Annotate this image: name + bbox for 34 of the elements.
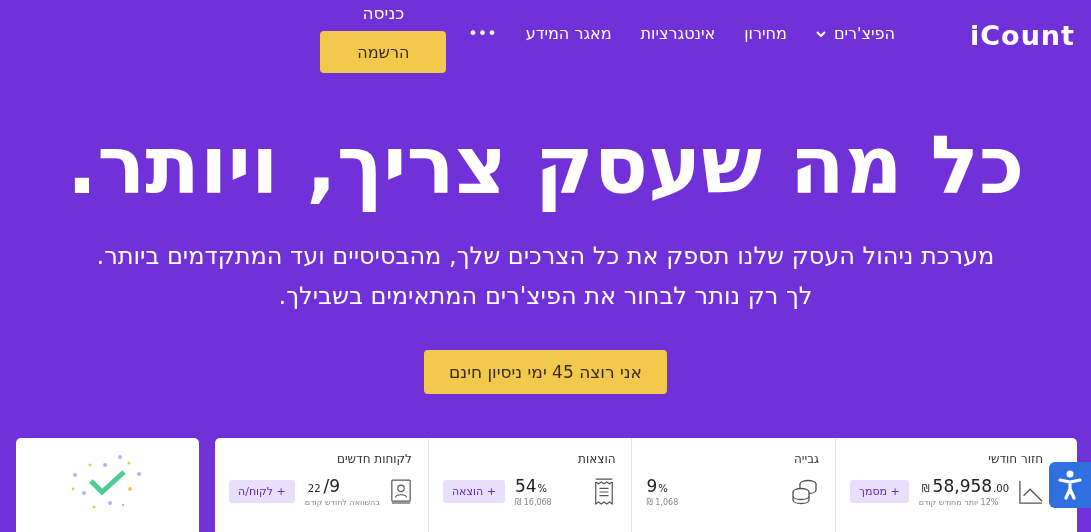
nav-link[interactable]: ••• [468, 24, 497, 43]
add-button[interactable]: + מסמך [850, 480, 909, 503]
chevron-icon [815, 30, 826, 37]
nav-link[interactable]: מחירון [744, 24, 787, 43]
add-button[interactable]: + לקוח/ה [229, 480, 295, 503]
trial-button[interactable]: אני רוצה 45 ימי ניסיון חינם [424, 350, 667, 394]
stat-caption: בהשוואה לחודש קודם [304, 498, 380, 507]
nav-link[interactable]: מאגר המידע [525, 24, 612, 43]
nav-link[interactable]: אינטגרציות [640, 24, 716, 43]
accessibility-button[interactable] [1049, 462, 1091, 508]
login-link[interactable]: כניסה [362, 3, 405, 31]
stat-value: 54% [514, 476, 548, 496]
stat-caption: 12% יותר מחודש קודם [918, 498, 999, 507]
chart-icon [1019, 479, 1043, 504]
stat-caption: 1,068 ₪ [646, 498, 679, 507]
contact-book-icon [389, 478, 412, 505]
stat-title: הוצאות [577, 452, 616, 466]
stat-value: 22 /9 [306, 476, 341, 496]
hero-title: כל מה שעסק צריך, ויותר. [66, 118, 1025, 214]
stat-title: גבייה [792, 452, 820, 466]
logo[interactable]: iCount [970, 20, 1075, 51]
accessibility-icon [1058, 470, 1082, 500]
stat-title: חזור חודשי [987, 452, 1043, 466]
receipt-icon [593, 476, 616, 507]
signup-button[interactable]: הרשמה [320, 31, 447, 73]
coins-icon [791, 477, 820, 506]
stat-caption: 16,068 ₪ [514, 498, 552, 507]
stat-value: 9% [646, 476, 668, 496]
hero-subtitle: לך רק נותר לבחור את הפיצ'רים המתאימים בשבילך. [278, 281, 813, 312]
stat-title: לקוחות חדשים [335, 452, 412, 466]
nav-link[interactable]: הפיצ'רים [815, 24, 895, 43]
add-button[interactable]: + הוצאה [442, 480, 505, 503]
stat-value: ₪ 58,958.00 [920, 476, 1009, 496]
hero-subtitle: מערכת ניהול העסק שלנו תספק את כל הצרכים שלך, מהבסיסיים ועד המתקדמים ביותר. [96, 241, 995, 272]
